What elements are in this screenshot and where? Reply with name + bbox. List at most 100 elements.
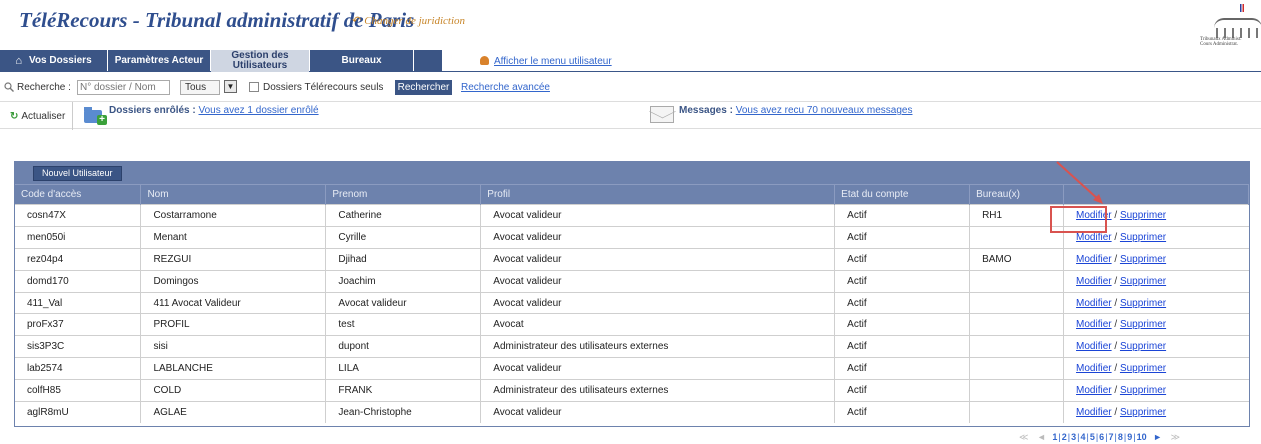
messages-info: Messages : Vous avez recu 70 nouveaux me… [679,105,913,116]
delete-link[interactable]: Supprimer [1120,298,1166,309]
page-link[interactable]: 2 [1062,432,1067,442]
table-row: colfH85 COLD FRANK Administrateur des utili… [15,379,1249,402]
col-profil[interactable]: Profil [480,184,836,205]
court-logo: Tribunaux Administ. Cours Administrat. [1198,4,1261,47]
cell-etat-compte: Actif [834,335,971,358]
cell-prenom: dupont [325,335,482,358]
delete-link[interactable]: Supprimer [1120,254,1166,265]
cell-prenom: Djihad [325,247,482,271]
cell-actions: Modifier / Supprimer [1063,269,1249,293]
cell-code-acces: cosn47X [15,204,142,227]
envelope-icon [650,106,674,123]
delete-link[interactable]: Supprimer [1120,232,1166,243]
table-row: rez04p4 REZGUI Djihad Avocat valideur Actif B… [15,247,1249,271]
delete-link[interactable]: Supprimer [1120,210,1166,221]
user-menu-link[interactable]: Afficher le menu utilisateur [480,56,612,67]
col-bureaux[interactable]: Bureau(x) [969,184,1065,205]
modify-link[interactable]: Modifier [1076,319,1112,330]
page-link[interactable]: 3 [1071,432,1076,442]
delete-link[interactable]: Supprimer [1120,319,1166,330]
modify-link[interactable]: Modifier [1076,254,1112,265]
refresh-button[interactable]: ↻ Actualiser [10,111,65,122]
tab-spacer [414,50,442,72]
modify-link[interactable]: Modifier [1076,341,1112,352]
advanced-search-link[interactable]: Recherche avancée [461,82,550,93]
cell-etat-compte: Actif [834,247,971,271]
page-link[interactable]: 7 [1109,432,1114,442]
tab-parametres-acteur[interactable]: Paramètres Acteur [108,50,210,72]
modify-link[interactable]: Modifier [1076,407,1112,418]
page-link[interactable]: 1 [1052,432,1057,442]
page-link[interactable]: 10 [1137,432,1147,442]
cell-bureau [969,379,1065,402]
cell-etat-compte: Actif [834,379,971,402]
search-input[interactable] [77,80,170,95]
telerecours-only-checkbox[interactable] [249,82,259,92]
cell-etat-compte: Actif [834,313,971,336]
col-prenom[interactable]: Prenom [325,184,482,205]
cell-actions: Modifier / Supprimer [1063,247,1249,271]
last-page-button[interactable]: ≫ [1171,432,1180,442]
cell-profil: Avocat valideur [480,204,836,227]
modify-link[interactable]: Modifier [1076,298,1112,309]
delete-link[interactable]: Supprimer [1120,341,1166,352]
cell-profil: Avocat valideur [480,225,836,249]
cell-actions: Modifier / Supprimer [1063,401,1249,424]
delete-link[interactable]: Supprimer [1120,276,1166,287]
enrolled-files-info: Dossiers enrôlés : Vous avez 1 dossier e… [109,105,319,116]
modify-link[interactable]: Modifier [1076,385,1112,396]
page-link[interactable]: 8 [1118,432,1123,442]
messages-link[interactable]: Vous avez recu 70 nouveaux messages [736,105,913,116]
cell-prenom: Cyrille [325,225,482,249]
search-button[interactable]: Rechercher [395,80,452,95]
telerecours-only-label: Dossiers Télérecours seuls [263,82,384,93]
delete-link[interactable]: Supprimer [1120,363,1166,374]
cell-code-acces: aglR8mU [15,401,142,424]
page-link[interactable]: 9 [1127,432,1132,442]
cell-nom: Menant [140,225,327,249]
cell-nom: LABLANCHE [140,357,327,380]
change-jurisdiction-label: Changer de juridiction [364,15,466,27]
page-link[interactable]: 5 [1090,432,1095,442]
return-arrow-icon: ↶ [352,15,362,27]
cell-nom: PROFIL [140,313,327,336]
prev-page-button[interactable]: ◄ [1037,432,1046,442]
info-bar: ↻ Actualiser + Dossiers enrôlés : Vous av… [0,101,1261,130]
cell-code-acces: rez04p4 [15,247,142,271]
search-bar: Recherche : Tous ▼ Dossiers Télérecours … [0,78,1261,98]
col-etat-compte[interactable]: Etat du compte [834,184,971,205]
chevron-down-icon[interactable]: ▼ [224,80,237,93]
cell-nom: Costarramone [140,204,327,227]
app-header: TéléRecours - Tribunal administratif de … [0,0,1261,48]
first-page-button[interactable]: ≪ [1019,432,1028,442]
modify-link[interactable]: Modifier [1076,363,1112,374]
cell-profil: Avocat [480,313,836,336]
cell-profil: Avocat valideur [480,401,836,424]
next-page-button[interactable]: ► [1153,432,1162,442]
new-user-button[interactable]: Nouvel Utilisateur [33,166,122,181]
change-jurisdiction-link[interactable]: ↶ Changer de juridiction [352,14,465,27]
page-link[interactable]: 4 [1080,432,1085,442]
cell-profil: Administrateur des utilisateurs externes [480,335,836,358]
col-nom[interactable]: Nom [140,184,327,205]
delete-link[interactable]: Supprimer [1120,385,1166,396]
col-code-acces[interactable]: Code d'accès [15,184,142,205]
cell-profil: Avocat valideur [480,247,836,271]
tab-vos-dossiers[interactable]: ⌂ Vos Dossiers [0,50,107,72]
page-link[interactable]: 6 [1099,432,1104,442]
delete-link[interactable]: Supprimer [1120,407,1166,418]
cell-prenom: Avocat valideur [325,291,482,314]
cell-code-acces: domd170 [15,269,142,293]
modify-link[interactable]: Modifier [1076,232,1112,243]
cell-nom: 411 Avocat Valideur [140,291,327,314]
folder-add-icon: + [84,106,107,125]
enrolled-files-link[interactable]: Vous avez 1 dossier enrôlé [199,105,319,116]
search-icon [4,82,14,92]
cell-bureau: BAMO [969,247,1065,271]
tab-gestion-utilisateurs[interactable]: Gestion des Utilisateurs [211,50,309,72]
main-nav: ⌂ Vos Dossiers Paramètres Acteur Gestion … [0,50,1261,72]
modify-link[interactable]: Modifier [1076,276,1112,287]
tab-bureaux[interactable]: Bureaux [310,50,413,72]
filter-select[interactable]: Tous [180,80,220,95]
flag-icon [1240,4,1244,12]
